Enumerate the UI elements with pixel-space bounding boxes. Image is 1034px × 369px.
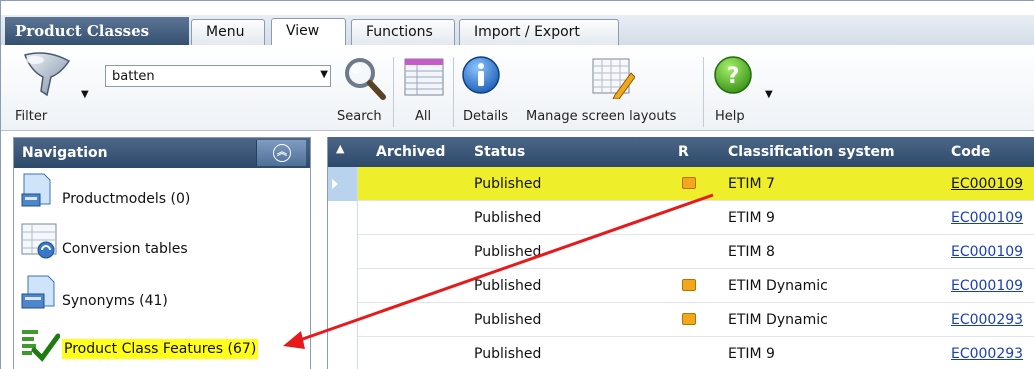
column-header-r[interactable]: R — [678, 144, 689, 160]
search-combobox[interactable]: ▼ — [105, 65, 331, 87]
cell-classification-system: ETIM Dynamic — [728, 278, 828, 294]
table-row[interactable]: Published ETIM 9 EC000109 — [328, 201, 1034, 235]
synonyms-icon — [21, 275, 55, 309]
chevron-down-icon[interactable]: ▼ — [320, 69, 328, 80]
search-label: Search — [337, 109, 382, 124]
r-marker-icon — [682, 279, 696, 291]
cell-code-link[interactable]: EC000109 — [951, 210, 1023, 226]
cell-status: Published — [474, 278, 542, 294]
cell-code-link[interactable]: EC000109 — [951, 176, 1023, 192]
table-row[interactable]: Published ETIM 9 EC000293 — [328, 337, 1034, 369]
tab-view[interactable]: View — [271, 18, 346, 46]
cell-status: Published — [474, 210, 542, 226]
table-row[interactable]: Published ETIM 7 EC000109 — [328, 167, 1034, 201]
cell-status: Published — [474, 244, 542, 260]
search-icon[interactable] — [341, 55, 387, 101]
cell-classification-system: ETIM 9 — [728, 346, 775, 362]
results-grid: ▲ Archived Status R Classification syste… — [327, 137, 1034, 369]
toolbar-separator — [703, 57, 704, 127]
cell-code-link[interactable]: EC000109 — [951, 278, 1023, 294]
nav-item-label: Conversion tables — [62, 241, 188, 257]
help-dropdown-icon[interactable]: ▼ — [765, 89, 773, 100]
nav-item-label: Synonyms (41) — [62, 293, 168, 309]
filter-label: Filter — [15, 109, 48, 124]
nav-item-conversion-tables[interactable]: Conversion tables — [20, 222, 306, 259]
app-window: Product Classes Menu View Functions Impo… — [0, 0, 1034, 369]
row-selector[interactable] — [328, 167, 358, 201]
svg-text:?: ? — [727, 64, 740, 89]
all-label: All — [415, 109, 432, 124]
sort-ascending-icon[interactable]: ▲ — [336, 142, 344, 155]
table-row[interactable]: Published ETIM Dynamic EC000109 — [328, 269, 1034, 303]
column-header-classification-system[interactable]: Classification system — [728, 144, 895, 160]
navigation-header: Navigation ︽ — [14, 138, 310, 168]
row-selector[interactable] — [328, 269, 358, 303]
column-header-status[interactable]: Status — [474, 144, 525, 160]
tab-import-export[interactable]: Import / Export — [459, 19, 619, 45]
all-list-icon[interactable] — [403, 57, 445, 97]
nav-item-label: Product Class Features (67) — [62, 339, 259, 359]
conversion-tables-icon — [21, 223, 57, 259]
toolbar-separator — [453, 57, 454, 127]
manage-layouts-label: Manage screen layouts — [526, 109, 677, 124]
filter-funnel-icon[interactable] — [21, 51, 73, 99]
cell-classification-system: ETIM 9 — [728, 210, 775, 226]
column-header-code[interactable]: Code — [951, 144, 990, 160]
nav-item-label: Productmodels (0) — [62, 191, 191, 207]
ribbon-tab-bar: Product Classes Menu View Functions Impo… — [1, 1, 1034, 46]
navigation-title: Navigation — [22, 145, 108, 161]
column-header-archived[interactable]: Archived — [376, 144, 445, 160]
product-class-features-icon — [22, 330, 60, 362]
table-row[interactable]: Published ETIM 8 EC000109 — [328, 235, 1034, 269]
tab-functions[interactable]: Functions — [351, 19, 455, 45]
cell-classification-system: ETIM Dynamic — [728, 312, 828, 328]
manage-layouts-icon[interactable] — [591, 55, 635, 99]
row-selector[interactable] — [328, 235, 358, 269]
toolbar-separator — [393, 57, 394, 127]
help-icon[interactable]: ? — [713, 55, 753, 95]
help-label: Help — [715, 109, 745, 124]
details-label: Details — [463, 109, 509, 124]
cell-status: Published — [474, 176, 542, 192]
navigation-panel: Navigation ︽ Productmodels (0) Conversio… — [13, 137, 311, 369]
r-marker-icon — [682, 313, 696, 325]
search-input[interactable] — [106, 66, 302, 86]
info-icon[interactable] — [461, 55, 501, 95]
cell-status: Published — [474, 346, 542, 362]
cell-code-link[interactable]: EC000109 — [951, 244, 1023, 260]
cell-code-link[interactable]: EC000293 — [951, 312, 1023, 328]
productmodels-icon — [21, 173, 51, 207]
grid-header: ▲ Archived Status R Classification syste… — [328, 137, 1034, 167]
cell-classification-system: ETIM 7 — [728, 176, 775, 192]
table-row[interactable]: Published ETIM Dynamic EC000293 — [328, 303, 1034, 337]
cell-classification-system: ETIM 8 — [728, 244, 775, 260]
cell-code-link[interactable]: EC000293 — [951, 346, 1023, 362]
row-selector[interactable] — [328, 303, 358, 337]
row-selector[interactable] — [328, 337, 358, 369]
row-selector[interactable] — [328, 201, 358, 235]
tab-menu[interactable]: Menu — [191, 19, 265, 45]
double-chevron-up-icon: ︽ — [273, 144, 291, 162]
nav-item-productmodels[interactable]: Productmodels (0) — [20, 172, 306, 208]
toolbar: ▼ Filter ▼ Search All — [1, 45, 1034, 131]
filter-dropdown-icon[interactable]: ▼ — [81, 89, 89, 100]
r-marker-icon — [682, 177, 696, 189]
app-title: Product Classes — [5, 17, 189, 45]
nav-item-product-class-features[interactable]: Product Class Features (67) — [20, 326, 306, 362]
collapse-button[interactable]: ︽ — [256, 140, 306, 166]
cell-status: Published — [474, 312, 542, 328]
nav-item-synonyms[interactable]: Synonyms (41) — [20, 274, 306, 310]
